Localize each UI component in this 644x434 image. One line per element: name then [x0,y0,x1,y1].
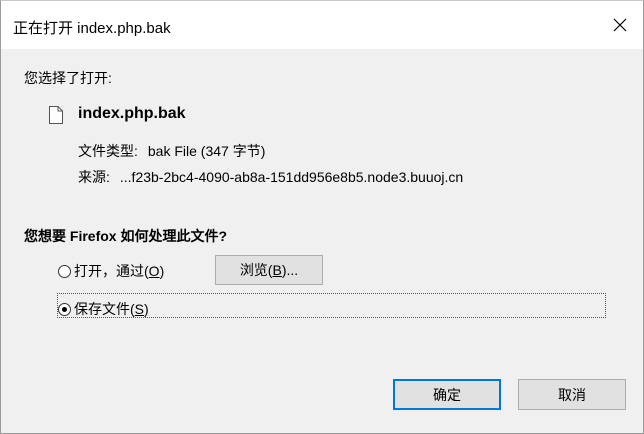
open-with-radio[interactable] [58,264,71,278]
save-file-label: 保存文件(S) [74,301,149,317]
file-source-row: 来源: ...f23b-2bc4-4090-ab8a-151dd956e8b5.n… [78,167,463,187]
close-icon [613,18,627,32]
file-source-label: 来源: [78,169,110,185]
cancel-button[interactable]: 取消 [518,379,626,410]
dialog-title: 正在打开 index.php.bak [13,20,171,37]
browse-button[interactable]: 浏览(B)... [215,255,323,285]
close-button[interactable] [597,1,643,49]
handling-question: 您想要 Firefox 如何处理此文件? [24,228,228,244]
file-type-label: 文件类型: [78,143,138,159]
file-open-dialog: 正在打开 index.php.bak 您选择了打开: index.php.bak… [0,0,644,434]
file-source-value: ...f23b-2bc4-4090-ab8a-151dd956e8b5.node… [119,169,464,185]
radio-selected-dot [62,306,67,312]
save-file-option[interactable]: 保存文件(S) [58,299,149,319]
file-type-row: 文件类型: bak File (347 字节) [78,141,265,161]
title-bar: 正在打开 index.php.bak [1,1,643,49]
file-type-value: bak File (347 字节) [147,143,266,159]
file-name: index.php.bak [78,105,186,122]
dialog-body: 您选择了打开: index.php.bak 文件类型: bak File (347… [1,49,643,433]
open-with-option[interactable]: 打开，通过(O) [58,261,164,281]
open-with-label: 打开，通过(O) [74,263,165,279]
you-chose-label: 您选择了打开: [24,70,112,86]
ok-button[interactable]: 确定 [393,379,501,410]
save-file-radio[interactable] [58,302,71,316]
document-icon [49,106,63,124]
